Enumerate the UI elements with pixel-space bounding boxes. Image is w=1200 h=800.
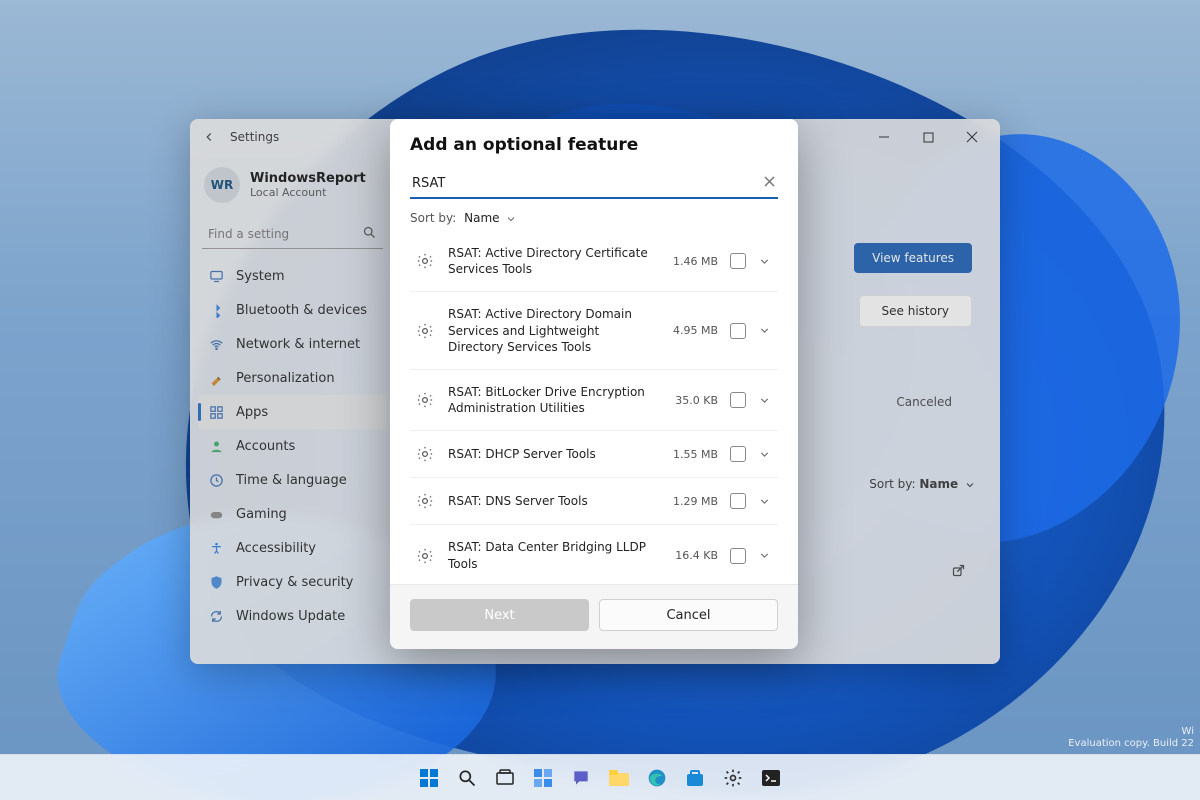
feature-checkbox[interactable] (730, 446, 746, 462)
expand-icon[interactable] (758, 324, 772, 337)
feature-icon (416, 492, 436, 510)
feature-checkbox[interactable] (730, 323, 746, 339)
feature-icon (416, 252, 436, 270)
start-icon[interactable] (413, 762, 445, 794)
terminal-icon[interactable] (755, 762, 787, 794)
feature-row[interactable]: RSAT: Data Center Bridging LLDP Tools 16.… (410, 525, 778, 584)
explorer-icon[interactable] (603, 762, 635, 794)
feature-row[interactable]: RSAT: Active Directory Domain Services a… (410, 292, 778, 370)
widgets-icon[interactable] (527, 762, 559, 794)
settings-icon[interactable] (717, 762, 749, 794)
feature-icon (416, 391, 436, 409)
feature-checkbox[interactable] (730, 392, 746, 408)
edge-icon[interactable] (641, 762, 673, 794)
clear-search-icon[interactable] (763, 175, 776, 188)
feature-checkbox[interactable] (730, 548, 746, 564)
feature-name: RSAT: Active Directory Domain Services a… (448, 306, 654, 355)
feature-row[interactable]: RSAT: BitLocker Drive Encryption Adminis… (410, 370, 778, 431)
expand-icon[interactable] (758, 549, 772, 562)
feature-checkbox[interactable] (730, 253, 746, 269)
feature-row[interactable]: RSAT: Active Directory Certificate Servi… (410, 231, 778, 292)
feature-name: RSAT: BitLocker Drive Encryption Adminis… (448, 384, 654, 416)
feature-size: 35.0 KB (666, 394, 718, 407)
expand-icon[interactable] (758, 255, 772, 268)
feature-name: RSAT: Active Directory Certificate Servi… (448, 245, 654, 277)
add-optional-feature-dialog: Add an optional feature Sort by: Name RS… (390, 119, 798, 649)
feature-icon (416, 322, 436, 340)
expand-icon[interactable] (758, 495, 772, 508)
feature-search-input[interactable] (410, 169, 778, 199)
watermark: Wi Evaluation copy. Build 22 (1068, 726, 1194, 750)
taskbar (0, 754, 1200, 800)
feature-name: RSAT: DHCP Server Tools (448, 446, 654, 462)
search-icon[interactable] (451, 762, 483, 794)
feature-name: RSAT: DNS Server Tools (448, 493, 654, 509)
feature-name: RSAT: Data Center Bridging LLDP Tools (448, 539, 654, 571)
feature-row[interactable]: RSAT: DHCP Server Tools 1.55 MB (410, 431, 778, 478)
store-icon[interactable] (679, 762, 711, 794)
feature-icon (416, 547, 436, 565)
feature-size: 1.29 MB (666, 495, 718, 508)
dialog-sort[interactable]: Sort by: Name (390, 199, 798, 231)
dialog-title: Add an optional feature (410, 135, 778, 155)
feature-checkbox[interactable] (730, 493, 746, 509)
feature-size: 16.4 KB (666, 549, 718, 562)
taskview-icon[interactable] (489, 762, 521, 794)
feature-size: 1.46 MB (666, 255, 718, 268)
feature-size: 4.95 MB (666, 324, 718, 337)
feature-row[interactable]: RSAT: DNS Server Tools 1.29 MB (410, 478, 778, 525)
expand-icon[interactable] (758, 394, 772, 407)
expand-icon[interactable] (758, 448, 772, 461)
feature-size: 1.55 MB (666, 448, 718, 461)
next-button[interactable]: Next (410, 599, 589, 631)
feature-icon (416, 445, 436, 463)
cancel-button[interactable]: Cancel (599, 599, 778, 631)
chat-icon[interactable] (565, 762, 597, 794)
